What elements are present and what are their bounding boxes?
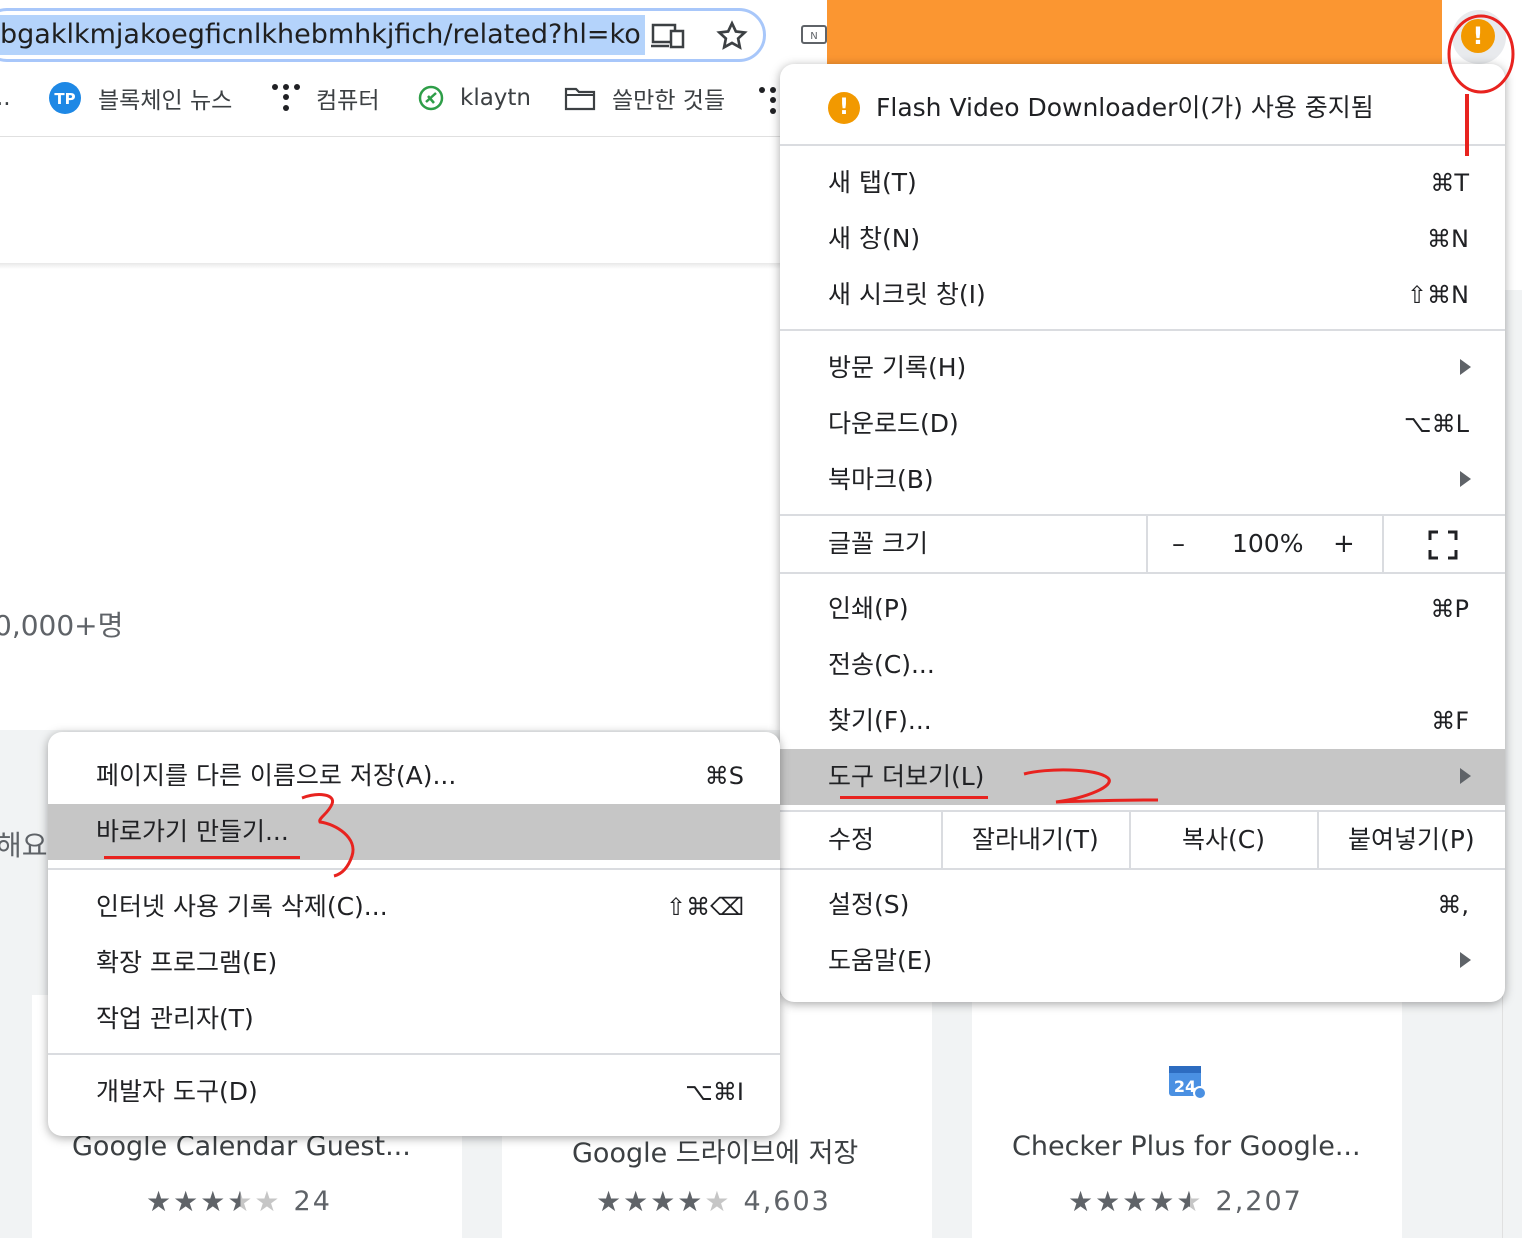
toolbar-divider	[0, 136, 780, 137]
calendar-app-icon: 24	[1168, 1061, 1208, 1105]
menu-item-extension-warning[interactable]: ! Flash Video Downloader이(가) 사용 중지됨	[780, 80, 1505, 136]
zoom-label: 글꼴 크기	[828, 529, 928, 558]
fullscreen-icon[interactable]	[1428, 530, 1458, 566]
menu-row-edit: 수정 잘라내기(T) 복사(C) 붙여넣기(P)	[780, 812, 1505, 868]
svg-text:24: 24	[1174, 1077, 1196, 1096]
page-scrollbar[interactable]	[1502, 290, 1522, 1238]
more-tools-submenu: 페이지를 다른 이름으로 저장(A)... ⌘S 바로가기 만들기... 인터넷…	[48, 732, 780, 1136]
menu-separator	[48, 1053, 780, 1055]
page-header-shadow	[0, 263, 780, 269]
menu-separator	[780, 868, 1505, 870]
menu-item-extensions[interactable]: 확장 프로그램(E)	[48, 935, 780, 991]
chrome-main-menu: ! Flash Video Downloader이(가) 사용 중지됨 새 탭(…	[780, 64, 1505, 1002]
klaytn-logo-icon	[418, 85, 444, 111]
dots-grid-icon	[272, 83, 300, 113]
menu-item-developer-tools[interactable]: 개발자 도구(D) ⌥⌘I	[48, 1064, 780, 1120]
bookmark-more-icon[interactable]	[758, 86, 778, 120]
annotation-circle-1	[1447, 14, 1515, 94]
menu-item-incognito[interactable]: 새 시크릿 창(I) ⇧⌘N	[780, 267, 1505, 323]
bookmark-klaytn[interactable]: klaytn	[418, 72, 531, 124]
edit-label: 수정	[828, 825, 875, 854]
bookmark-star-icon[interactable]	[710, 14, 754, 58]
menu-row-zoom: 글꼴 크기 – 100% +	[780, 516, 1505, 572]
menu-item-new-window[interactable]: 새 창(N) ⌘N	[780, 211, 1505, 267]
menu-separator	[780, 329, 1505, 331]
menu-item-task-manager[interactable]: 작업 관리자(T)	[48, 991, 780, 1047]
review-count: 4,603	[743, 1186, 831, 1217]
menu-item-cast[interactable]: 전송(C)...	[780, 637, 1505, 693]
submenu-arrow-icon	[1460, 359, 1471, 375]
warning-icon: !	[828, 92, 860, 124]
annotation-number-2	[1023, 768, 1159, 804]
folder-icon	[564, 85, 596, 111]
annotation-number-3	[301, 793, 355, 878]
menu-item-save-page-as[interactable]: 페이지를 다른 이름으로 저장(A)... ⌘S	[48, 748, 780, 804]
menu-item-new-tab[interactable]: 새 탭(T) ⌘T	[780, 155, 1505, 211]
cast-devices-icon[interactable]	[646, 14, 690, 58]
menu-item-bookmarks[interactable]: 북마크(B)	[780, 452, 1505, 508]
star-rating: ★★★★ ★ 4,603	[596, 1185, 831, 1218]
star-rating: ★★★★ ★ 2,207	[1068, 1185, 1303, 1218]
extension-card-checker-plus[interactable]: 24 Checker Plus for Google... ★★★★ ★ 2,20…	[972, 995, 1402, 1238]
menu-separator	[780, 572, 1505, 574]
menu-item-settings[interactable]: 설정(S) ⌘,	[780, 877, 1505, 933]
paste-button[interactable]: 붙여넣기(P)	[1348, 812, 1475, 868]
review-count: 2,207	[1215, 1186, 1303, 1217]
url-text[interactable]: bgaklkmjakoegficnlkhebmhkjfich/related?h…	[0, 15, 645, 55]
zoom-in-button[interactable]: +	[1333, 516, 1355, 572]
svg-text:N: N	[810, 31, 817, 42]
copy-button[interactable]: 복사(C)	[1182, 812, 1265, 868]
cut-button[interactable]: 잘라내기(T)	[972, 812, 1099, 868]
bookmark-folder-useful[interactable]: 쓸만한 것들	[564, 72, 725, 124]
zoom-out-button[interactable]: –	[1172, 516, 1185, 572]
svg-text:TP: TP	[54, 90, 75, 108]
truncated-text: 해요	[0, 829, 48, 862]
bookmark-computer[interactable]: 컴퓨터	[272, 72, 379, 124]
submenu-arrow-icon	[1460, 952, 1471, 968]
menu-item-print[interactable]: 인쇄(P) ⌘P	[780, 581, 1505, 637]
review-count: 24	[293, 1186, 332, 1217]
card-title: Google 드라이브에 저장	[572, 1138, 859, 1169]
star-rating: ★★★ ★ ★ 24	[146, 1185, 332, 1218]
submenu-arrow-icon	[1460, 768, 1471, 784]
menu-item-create-shortcut[interactable]: 바로가기 만들기...	[48, 804, 780, 860]
redaction-block	[827, 0, 1442, 73]
annotation-underline-more-tools	[840, 796, 988, 799]
menu-separator	[48, 868, 780, 870]
bookmark-overflow[interactable]: ..	[0, 72, 11, 124]
menu-item-help[interactable]: 도움말(E)	[780, 933, 1505, 989]
annotation-underline-create-shortcut	[104, 856, 300, 859]
menu-item-clear-browsing-data[interactable]: 인터넷 사용 기록 삭제(C)... ⇧⌘⌫	[48, 879, 780, 935]
menu-item-find[interactable]: 찾기(F)... ⌘F	[780, 693, 1505, 749]
bookmark-blockchain-news[interactable]: TP 블록체인 뉴스	[48, 72, 232, 124]
menu-item-downloads[interactable]: 다운로드(D) ⌥⌘L	[780, 396, 1505, 452]
tokenpost-logo-icon: TP	[48, 81, 82, 115]
users-count: 0,000+명	[0, 609, 124, 642]
menu-item-history[interactable]: 방문 기록(H)	[780, 340, 1505, 396]
submenu-arrow-icon	[1460, 471, 1471, 487]
zoom-level: 100%	[1232, 529, 1304, 558]
annotation-pointer-line	[1465, 94, 1469, 156]
menu-separator	[780, 144, 1505, 146]
card-title: Checker Plus for Google...	[1012, 1131, 1361, 1162]
